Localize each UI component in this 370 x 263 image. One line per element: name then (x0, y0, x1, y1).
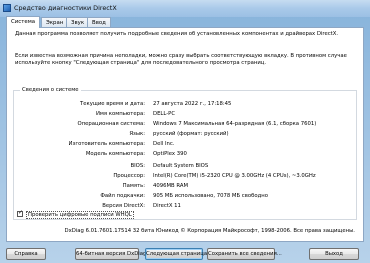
info-label: Процессор: (113, 173, 145, 179)
info-row-language: Язык: русский (формат: русский) (14, 130, 356, 138)
help-button[interactable]: Справка (6, 248, 46, 260)
info-value: Dell Inc. (153, 141, 175, 147)
info-row-processor: Процессор: Intel(R) Core(TM) i5-2320 CPU… (14, 172, 356, 180)
window-title: Средство диагностики DirectX (14, 4, 117, 12)
info-label: Память: (122, 183, 145, 189)
bottom-button-bar: Справка 64-битная версия DxDiag Следующа… (6, 248, 364, 260)
next-page-button[interactable]: Следующая страница (145, 248, 207, 260)
info-label: Операционная система: (77, 121, 145, 127)
tab-sound[interactable]: Звук (66, 17, 90, 27)
info-label: Текущие время и дата: (80, 101, 145, 107)
info-value: DELL-PC (153, 111, 176, 117)
intro-hint-text: Если известна возможная причина неполадк… (15, 53, 347, 66)
info-label: Модель компьютера: (85, 151, 145, 157)
tab-display[interactable]: Экран (41, 17, 69, 27)
info-value: 4096MB RAM (153, 183, 189, 189)
system-tab-panel: Данная программа позволяет получить подр… (6, 27, 364, 242)
info-value: DirectX 11 (153, 203, 181, 209)
info-label: BIOS: (130, 163, 145, 169)
info-label: Имя компьютера: (95, 111, 145, 117)
info-label: Файл подкачки: (100, 193, 145, 199)
info-value: Intel(R) Core(TM) i5-2320 CPU @ 3.00GHz … (153, 173, 316, 179)
info-value: русский (формат: русский) (153, 131, 229, 137)
directx-app-icon (3, 4, 11, 12)
info-row-directx-version: Версия DirectX: DirectX 11 (14, 202, 356, 210)
info-row-computer-name: Имя компьютера: DELL-PC (14, 110, 356, 118)
window-titlebar: Средство диагностики DirectX (0, 0, 370, 17)
info-row-memory: Память: 4096MB RAM (14, 182, 356, 190)
system-info-group: Сведения о системе Текущие время и дата:… (13, 87, 357, 220)
intro-text: Данная программа позволяет получить подр… (15, 31, 339, 37)
info-row-manufacturer: Изготовитель компьютера: Dell Inc. (14, 140, 356, 148)
copyright-text: DxDiag 6.01.7601.17514 32 бита Юникод © … (64, 228, 355, 234)
checkbox-checked-icon[interactable] (17, 209, 23, 217)
dxdiag64-button[interactable]: 64-битная версия DxDiag (75, 248, 146, 260)
info-row-bios: BIOS: Default System BIOS (14, 162, 356, 170)
info-label: Язык: (129, 131, 145, 137)
info-value: Default System BIOS (153, 163, 209, 169)
info-label: Изготовитель компьютера: (68, 141, 145, 147)
whql-checkbox[interactable]: Проверить цифровые подписи WHQL (17, 209, 134, 219)
system-info-group-title: Сведения о системе (20, 87, 81, 93)
save-all-button[interactable]: Сохранить все сведения... (207, 248, 282, 260)
info-label: Версия DirectX: (102, 203, 145, 209)
info-row-model: Модель компьютера: OptiPlex 390 (14, 150, 356, 158)
info-value: 905 МБ использовано, 7078 МБ свободно (153, 193, 268, 199)
info-value: OptiPlex 390 (153, 151, 187, 157)
tab-system[interactable]: Система (6, 16, 41, 28)
info-row-datetime: Текущие время и дата: 27 августа 2022 г.… (14, 100, 356, 108)
exit-button[interactable]: Выход (309, 248, 359, 260)
info-row-os: Операционная система: Windows 7 Максимал… (14, 120, 356, 128)
info-value: 27 августа 2022 г., 17:18:45 (153, 101, 232, 107)
tab-input[interactable]: Ввод (87, 17, 111, 27)
info-row-pagefile: Файл подкачки: 905 МБ использовано, 7078… (14, 192, 356, 200)
whql-checkbox-label[interactable]: Проверить цифровые подписи WHQL (26, 211, 134, 219)
info-value: Windows 7 Максимальная 64-разрядная (6.1… (153, 121, 317, 127)
